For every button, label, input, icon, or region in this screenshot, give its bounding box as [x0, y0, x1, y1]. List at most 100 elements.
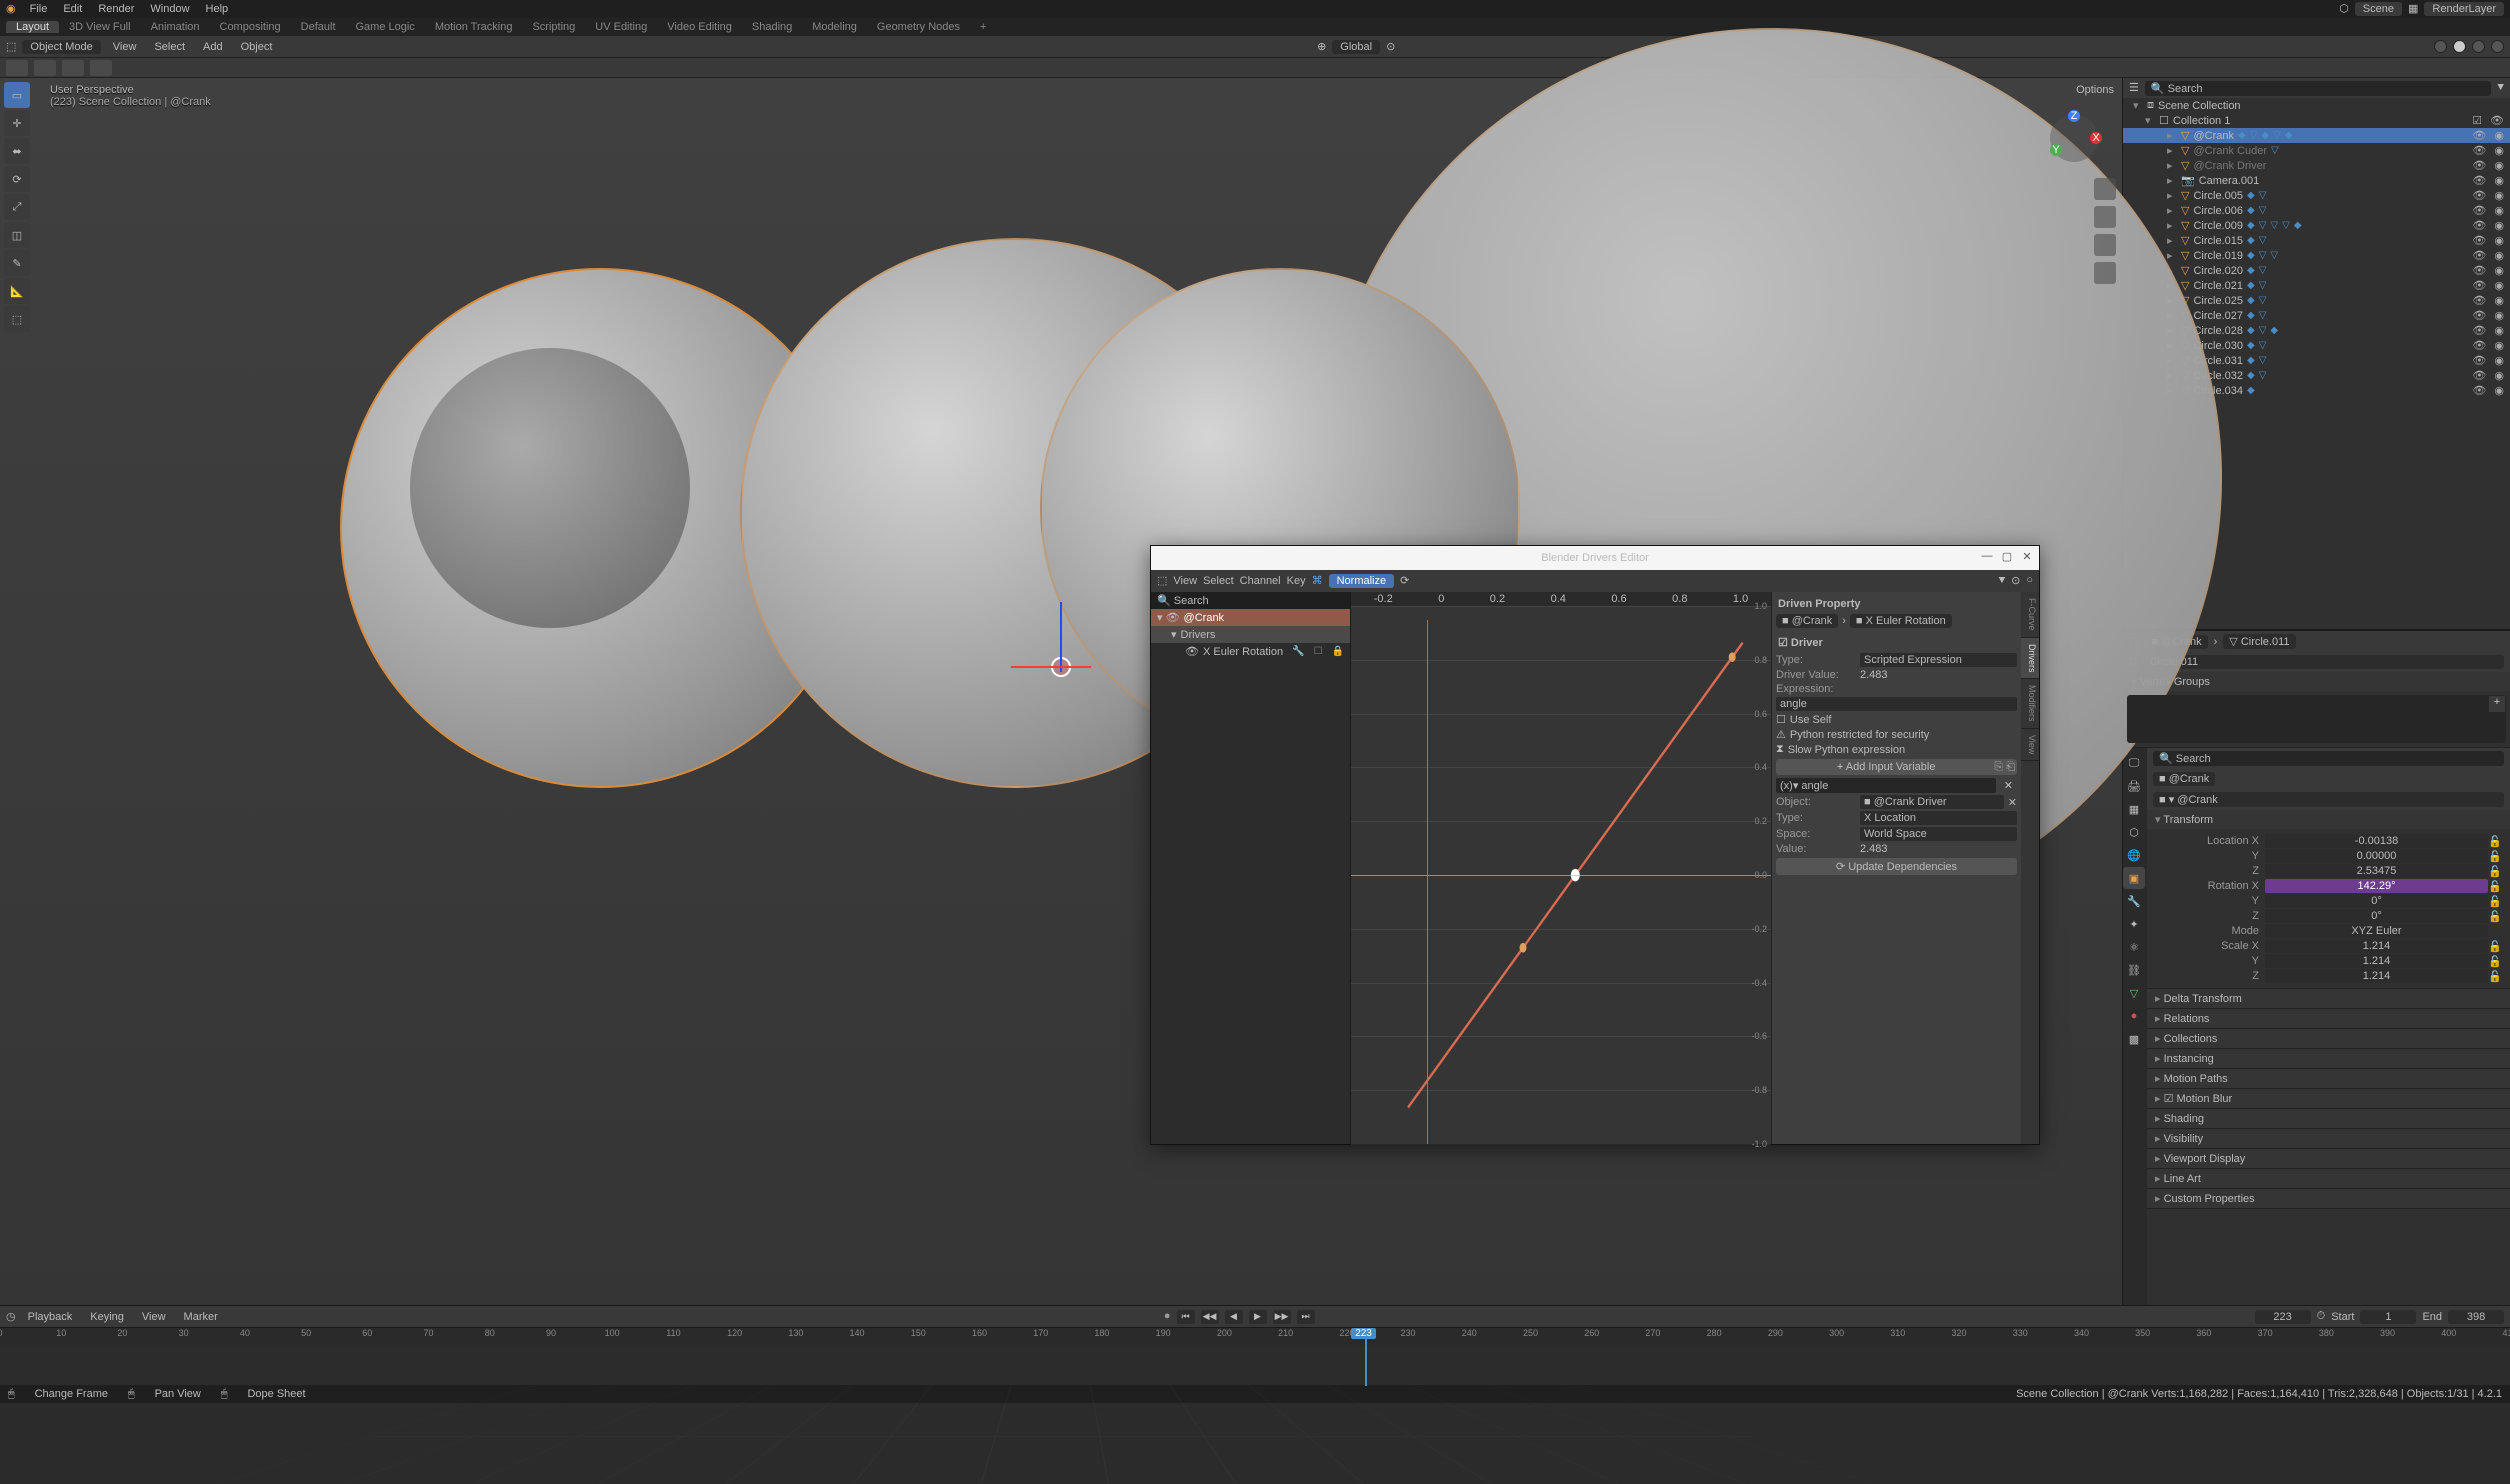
- outliner-editor-icon[interactable]: ☰: [2129, 81, 2139, 95]
- vtab-view[interactable]: View: [2021, 729, 2039, 761]
- sca-z-lock-icon[interactable]: 🔓: [2488, 970, 2502, 983]
- end-frame-input[interactable]: 398: [2448, 1310, 2504, 1324]
- eye-icon[interactable]: 👁: [2470, 324, 2488, 337]
- workspace-tab-+[interactable]: +: [970, 21, 996, 33]
- vtab-drivers[interactable]: Drivers: [2021, 638, 2039, 680]
- mode-selector[interactable]: Object Mode: [22, 40, 100, 54]
- select-mode4-icon[interactable]: [90, 60, 112, 76]
- ptab-particles[interactable]: ✦: [2123, 913, 2145, 935]
- workspace-tab-video-editing[interactable]: Video Editing: [657, 21, 742, 33]
- loc-y-input[interactable]: 0.00000: [2265, 849, 2488, 863]
- var-object-clear-icon[interactable]: ✕: [2008, 796, 2017, 809]
- restrict-icon[interactable]: ◉: [2492, 219, 2506, 232]
- workspace-tab-compositing[interactable]: Compositing: [210, 21, 291, 33]
- minimize-icon[interactable]: —: [1979, 550, 1995, 566]
- orientation-selector[interactable]: Global: [1332, 40, 1380, 54]
- outliner-item-circle-006[interactable]: ▸▽ Circle.006 ◆ ▽👁◉: [2123, 203, 2510, 218]
- eye-icon[interactable]: 👁: [2470, 129, 2488, 142]
- properties-search[interactable]: 🔍 Search: [2153, 751, 2504, 766]
- ghost-icon[interactable]: ⌘: [1312, 574, 1323, 588]
- crumb-object2[interactable]: ■ @Crank: [2153, 772, 2215, 786]
- drv-menu-select[interactable]: Select: [1203, 575, 1234, 587]
- custom-properties-header[interactable]: Custom Properties: [2147, 1189, 2510, 1208]
- tl-menu-view[interactable]: View: [136, 1311, 172, 1323]
- viewport-options[interactable]: Options: [2076, 84, 2114, 96]
- outliner-item--crank-cuder[interactable]: ▸▽ @Crank Cuder ▽👁◉: [2123, 143, 2510, 158]
- timeline-editor-icon[interactable]: ◷: [6, 1310, 16, 1324]
- menu-file[interactable]: File: [22, 3, 56, 15]
- restrict-icon[interactable]: ◉: [2492, 339, 2506, 352]
- shading-wire-icon[interactable]: [2434, 40, 2447, 53]
- var-type-select[interactable]: X Location: [1860, 811, 2017, 825]
- shading-render-icon[interactable]: [2491, 40, 2504, 53]
- tl-menu-playback[interactable]: Playback: [22, 1311, 79, 1323]
- tool-annotate[interactable]: ✎: [4, 250, 30, 276]
- eye-icon[interactable]: 👁: [2470, 309, 2488, 322]
- channel-lock-icon[interactable]: 🔒: [1332, 646, 1344, 657]
- drivers-editor-icon[interactable]: ⬚: [1157, 574, 1167, 588]
- start-frame-input[interactable]: 1: [2360, 1310, 2416, 1324]
- relations-header[interactable]: Relations: [2147, 1009, 2510, 1028]
- var-copy-icon[interactable]: ⎘ ⎗: [1994, 761, 2015, 774]
- drv-menu-channel[interactable]: Channel: [1240, 575, 1281, 587]
- ptab-object[interactable]: ▣: [2123, 867, 2145, 889]
- restrict-icon[interactable]: ◉: [2492, 354, 2506, 367]
- channel-mute-icon[interactable]: ☐: [1314, 646, 1323, 657]
- nav-gizmo[interactable]: Z X Y: [2044, 108, 2104, 168]
- delta-transform-header[interactable]: Delta Transform: [2147, 989, 2510, 1008]
- ptab-world[interactable]: 🌐: [2123, 844, 2145, 866]
- restrict-icon[interactable]: ◉: [2492, 324, 2506, 337]
- vp-menu-object[interactable]: Object: [235, 41, 279, 53]
- mesh-name-input[interactable]: Circle.011: [2143, 655, 2504, 669]
- workspace-tab-shading[interactable]: Shading: [742, 21, 802, 33]
- workspace-tab-default[interactable]: Default: [291, 21, 346, 33]
- outliner-search[interactable]: 🔍 Search: [2145, 81, 2492, 96]
- add-input-variable-button[interactable]: + Add Input Variable ⎘ ⎗: [1776, 759, 2017, 775]
- orientation-icon[interactable]: ⊕: [1317, 40, 1326, 54]
- menu-help[interactable]: Help: [198, 3, 237, 15]
- restrict-icon[interactable]: ◉: [2492, 369, 2506, 382]
- maximize-icon[interactable]: ▢: [1999, 550, 2015, 566]
- variable-name-input[interactable]: (x)▾ angle: [1776, 778, 1996, 793]
- tool-scale[interactable]: ⤢: [4, 194, 30, 220]
- menu-window[interactable]: Window: [142, 3, 197, 15]
- update-dependencies-button[interactable]: ⟳ Update Dependencies: [1776, 858, 2017, 875]
- editor-type-icon[interactable]: ⬚: [6, 40, 16, 54]
- zoom-icon[interactable]: [2094, 178, 2116, 200]
- workspace-tab-3d-view-full[interactable]: 3D View Full: [59, 21, 141, 33]
- sca-y-lock-icon[interactable]: 🔓: [2488, 955, 2502, 968]
- sca-x-input[interactable]: 1.214: [2265, 939, 2488, 953]
- restrict-icon[interactable]: ◉: [2492, 189, 2506, 202]
- shading-matprev-icon[interactable]: [2472, 40, 2485, 53]
- restrict-icon[interactable]: ◉: [2492, 144, 2506, 157]
- drv-snap-icon[interactable]: ⊙: [2011, 574, 2020, 588]
- normalize-button[interactable]: Normalize: [1329, 574, 1395, 588]
- restrict-icon[interactable]: ◉: [2492, 249, 2506, 262]
- outliner-filter-icon[interactable]: ▼: [2497, 82, 2504, 94]
- workspace-tab-geometry-nodes[interactable]: Geometry Nodes: [867, 21, 970, 33]
- drv-menu-key[interactable]: Key: [1287, 575, 1306, 587]
- snap-icon[interactable]: ⊙: [1386, 40, 1395, 54]
- normalize-lock-icon[interactable]: ⟳: [1400, 574, 1409, 588]
- restrict-icon[interactable]: ◉: [2492, 384, 2506, 397]
- workspace-tab-animation[interactable]: Animation: [141, 21, 210, 33]
- ptab-texture[interactable]: ▩: [2123, 1028, 2145, 1050]
- pan-icon[interactable]: [2094, 206, 2116, 228]
- driven-path-chip[interactable]: ■ X Euler Rotation: [1850, 614, 1952, 628]
- rot-x-input[interactable]: 142.29°: [2265, 879, 2488, 893]
- jump-start-icon[interactable]: ⏮: [1177, 1310, 1195, 1324]
- drivers-window-titlebar[interactable]: Blender Drivers Editor — ▢ ✕: [1151, 546, 2039, 570]
- ptab-viewlayer[interactable]: ▦: [2123, 798, 2145, 820]
- loc-y-lock-icon[interactable]: 🔓: [2488, 850, 2502, 863]
- perspective-icon[interactable]: [2094, 262, 2116, 284]
- vtab-modifiers[interactable]: Modifiers: [2021, 679, 2039, 729]
- outliner-scene-collection[interactable]: ▾⧈ Scene Collection: [2123, 98, 2510, 113]
- tool-measure[interactable]: 📐: [4, 278, 30, 304]
- rot-z-input[interactable]: 0°: [2265, 909, 2488, 923]
- camera-icon[interactable]: [2094, 234, 2116, 256]
- restrict-icon[interactable]: ◉: [2492, 159, 2506, 172]
- restrict-icon[interactable]: ◉: [2492, 234, 2506, 247]
- outliner-item-circle-020[interactable]: ▸▽ Circle.020 ◆ ▽👁◉: [2123, 263, 2510, 278]
- sca-z-input[interactable]: 1.214: [2265, 969, 2488, 983]
- close-icon[interactable]: ✕: [2019, 550, 2035, 566]
